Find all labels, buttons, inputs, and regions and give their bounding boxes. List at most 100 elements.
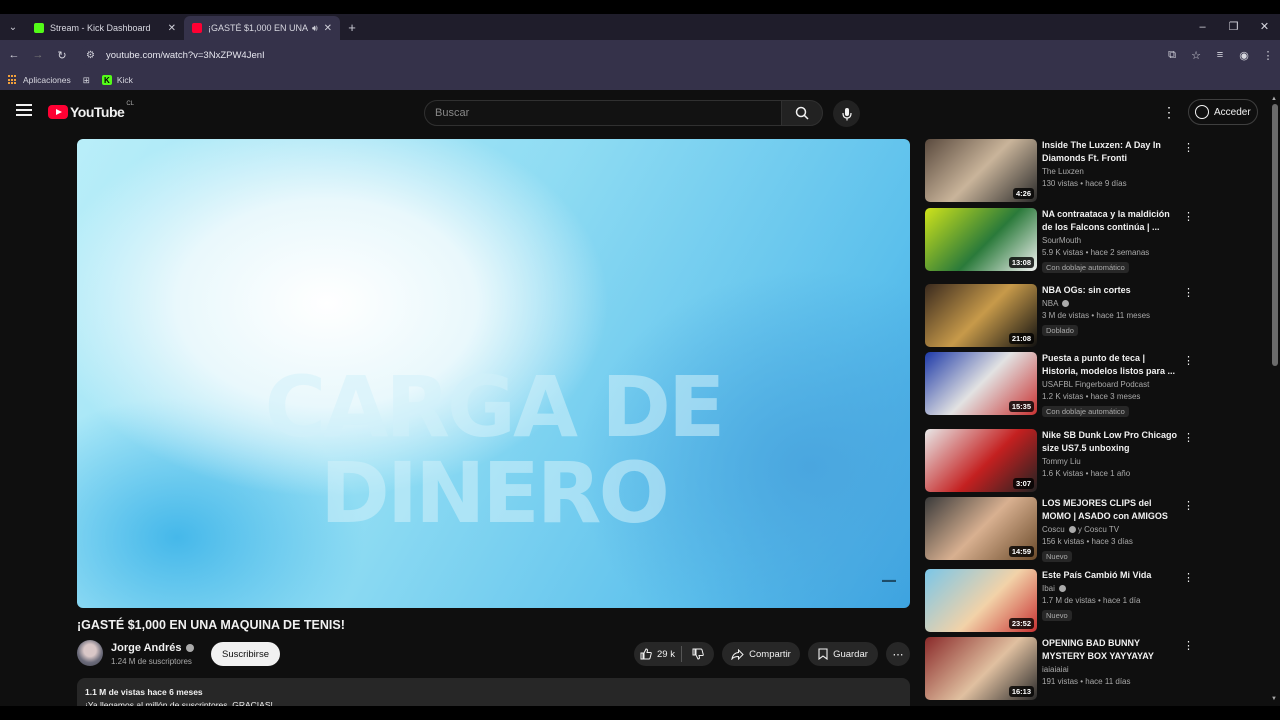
recommendation-title: OPENING BAD BUNNY MYSTERY BOX YAYYAYAY	[1042, 638, 1154, 661]
recommendation-channel: NBA	[1042, 299, 1182, 308]
browser-tab-youtube[interactable]: ¡GASTÉ $1,000 EN UNA MA 🔊︎ ✕	[184, 16, 340, 40]
dubbed-badge: Doblado	[1042, 325, 1078, 336]
recommendation-title: Puesta a punto de teca | Historia, model…	[1042, 353, 1176, 376]
verified-icon	[1062, 300, 1070, 307]
more-options-icon[interactable]: ⋮	[1183, 141, 1194, 154]
forward-icon[interactable]: →	[26, 49, 50, 61]
bookmark-kick[interactable]: K Kick	[101, 75, 133, 85]
recommendation-channel: Ibai	[1042, 584, 1182, 593]
window-controls: – ❐ ✕	[1187, 14, 1280, 40]
dubbing-badge: Con doblaje automático	[1042, 406, 1129, 417]
sign-in-button[interactable]: Acceder	[1188, 99, 1258, 125]
address-bar[interactable]: ⚙︎ youtube.com/watch?v=3NxZPW4JenI	[80, 44, 1200, 66]
description-meta: 1.1 M de vistas hace 6 meses	[85, 687, 203, 697]
restore-icon[interactable]: ❐	[1218, 14, 1249, 40]
browser-tab-kick[interactable]: Stream - Kick Dashboard ✕	[26, 16, 184, 40]
recommendation-meta: 1.6 K vistas • hace 1 año	[1042, 469, 1131, 478]
scrollbar-thumb[interactable]	[1272, 104, 1278, 366]
settings-more-icon[interactable]: ⋮	[1162, 104, 1176, 121]
more-options-icon[interactable]: ⋮	[1183, 210, 1194, 223]
guide-menu-icon[interactable]	[16, 104, 32, 118]
media-controls-icon[interactable]: ≡	[1208, 49, 1232, 61]
video-thumbnail[interactable]: 16:13	[925, 637, 1037, 700]
close-tab-icon[interactable]: ✕	[168, 23, 176, 34]
bookmark-label: Aplicaciones	[23, 75, 71, 85]
browser-tab-bar: ⌄ Stream - Kick Dashboard ✕ ¡GASTÉ $1,00…	[0, 14, 1280, 40]
video-thumbnail[interactable]: 14:59	[925, 497, 1037, 560]
more-options-icon[interactable]: ⋮	[1183, 571, 1194, 584]
tab-search-button[interactable]: ⌄	[0, 14, 26, 40]
share-button[interactable]: Compartir	[722, 642, 800, 666]
duration-badge: 13:08	[1008, 257, 1034, 268]
duration-badge: 3:07	[1012, 478, 1034, 489]
video-thumbnail[interactable]: 23:52	[925, 569, 1037, 632]
like-dislike-group: 29 k	[634, 642, 714, 666]
recommendation-meta: 191 vistas • hace 11 días	[1042, 677, 1131, 686]
voice-search-button[interactable]	[833, 100, 860, 127]
kick-logo-icon: K	[101, 75, 112, 85]
scroll-up-icon[interactable]: ▲	[1271, 96, 1277, 102]
search-box	[424, 100, 782, 126]
install-app-icon[interactable]: ⧉	[1160, 49, 1184, 62]
apps-grid-icon	[8, 75, 18, 85]
toolbar-right-icons: ⧉ ☆ ≡ ◉ ⋮	[1160, 40, 1280, 70]
user-circle-icon	[1195, 105, 1209, 119]
tab-title: ¡GASTÉ $1,000 EN UNA MA	[208, 23, 308, 33]
bookmark-apps[interactable]: Aplicaciones	[8, 75, 71, 85]
video-thumbnail[interactable]: 3:07	[925, 429, 1037, 492]
more-options-icon[interactable]: ⋮	[1183, 286, 1194, 299]
scroll-down-icon[interactable]: ▼	[1271, 696, 1277, 702]
video-title: ¡GASTÉ $1,000 EN UNA MAQUINA DE TENIS!	[77, 618, 345, 632]
new-tab-button[interactable]: +	[340, 20, 364, 35]
verified-icon	[1058, 585, 1066, 592]
search-input[interactable]	[425, 101, 781, 125]
recommendation-meta: 1.2 K vistas • hace 3 meses	[1042, 392, 1141, 401]
share-label: Compartir	[749, 648, 791, 660]
save-button[interactable]: Guardar	[808, 642, 878, 666]
search-button[interactable]	[781, 100, 823, 126]
more-options-icon[interactable]: ⋮	[1183, 354, 1194, 367]
more-options-icon[interactable]: ⋮	[1183, 639, 1194, 652]
browser-menu-icon[interactable]: ⋮	[1256, 49, 1280, 62]
page-scrollbar[interactable]: ▲ ▼	[1270, 94, 1280, 706]
video-watermark: ▬▬	[882, 577, 896, 584]
more-options-icon[interactable]: ⋮	[1183, 431, 1194, 444]
recommendation-meta: 3 M de vistas • hace 11 meses	[1042, 311, 1151, 320]
bookmarks-bar: Aplicaciones ⊞ K Kick	[0, 70, 1280, 90]
screen-bottom-strip	[0, 706, 1280, 720]
video-player[interactable]: CARGA DE DINERO ▬▬	[77, 139, 910, 608]
profile-icon[interactable]: ◉	[1232, 49, 1256, 62]
duration-badge: 4:26	[1012, 188, 1034, 199]
video-thumbnail[interactable]: 15:35	[925, 352, 1037, 415]
video-owner-row: Jorge Andrés 1.24 M de suscriptores Susc…	[77, 640, 910, 668]
close-window-icon[interactable]: ✕	[1249, 14, 1280, 40]
reload-icon[interactable]: ↻	[50, 49, 74, 62]
video-thumbnail[interactable]: 13:08	[925, 208, 1037, 271]
more-actions-button[interactable]: ⋯	[886, 642, 910, 666]
tab-groups-icon[interactable]: ⊞	[83, 75, 90, 86]
channel-name[interactable]: Jorge Andrés	[111, 642, 194, 654]
bookmark-icon	[818, 648, 828, 660]
youtube-logo[interactable]: YouTube CL	[48, 101, 134, 120]
site-info-icon[interactable]: ⚙︎	[86, 50, 104, 61]
minimize-icon[interactable]: –	[1187, 14, 1218, 40]
speaker-icon[interactable]: 🔊︎	[312, 23, 318, 34]
bookmark-star-icon[interactable]: ☆	[1184, 49, 1208, 62]
verified-icon	[185, 644, 194, 652]
video-thumbnail[interactable]: 4:26	[925, 139, 1037, 202]
back-icon[interactable]: ←	[2, 49, 26, 61]
bookmark-label: Kick	[116, 75, 133, 85]
subscribe-button[interactable]: Suscribirse	[211, 642, 280, 666]
close-tab-icon[interactable]: ✕	[324, 23, 332, 34]
video-thumbnail[interactable]: 21:08	[925, 284, 1037, 347]
like-button[interactable]: 29 k	[634, 646, 682, 662]
tab-title: Stream - Kick Dashboard	[50, 23, 151, 33]
channel-avatar[interactable]	[77, 640, 103, 666]
subscriber-count: 1.24 M de suscriptores	[111, 657, 192, 666]
more-options-icon[interactable]: ⋮	[1183, 499, 1194, 512]
dislike-button[interactable]	[682, 648, 714, 660]
recommendation-channel: Coscu y Coscu TV	[1042, 525, 1120, 534]
share-icon	[731, 648, 744, 660]
video-frame-text: CARGA DE DINERO	[264, 358, 726, 542]
recommendation-title: LOS MEJORES CLIPS del MOMO | ASADO con A…	[1042, 498, 1168, 521]
